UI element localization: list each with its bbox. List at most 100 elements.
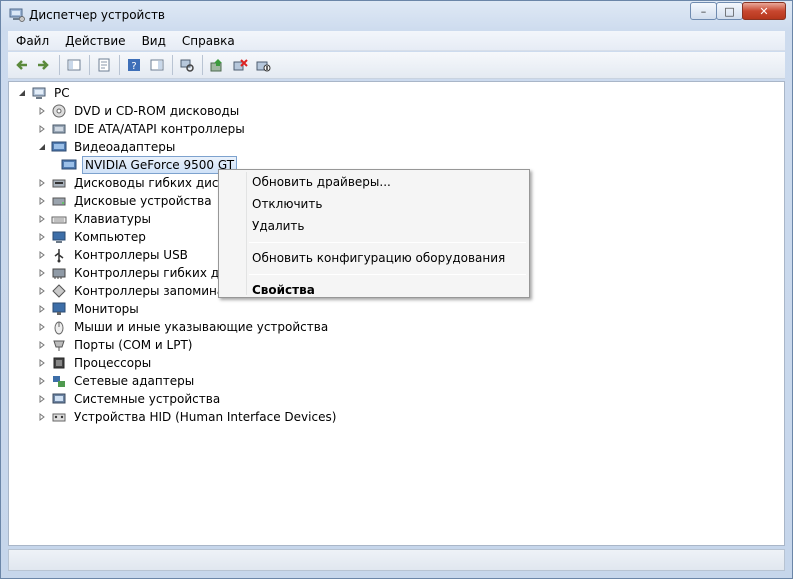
- tree-item-label: Процессоры: [74, 356, 152, 370]
- disable-icon: [256, 61, 271, 72]
- expand-arrow-icon[interactable]: [37, 358, 47, 368]
- tree-category[interactable]: Мыши и иные указывающие устройства: [37, 318, 330, 336]
- tree-category[interactable]: Дисковые устройства: [37, 192, 214, 210]
- uninstall-item[interactable]: Удалить: [252, 216, 305, 236]
- forward-button[interactable]: [34, 55, 54, 75]
- status-bar: [8, 549, 785, 571]
- port-icon: [51, 337, 67, 353]
- scan-changes-item[interactable]: Обновить конфигурацию оборудования: [252, 248, 505, 268]
- expand-arrow-icon[interactable]: [37, 124, 47, 134]
- properties-button[interactable]: [94, 55, 114, 75]
- collapse-arrow-icon[interactable]: [17, 88, 27, 98]
- tree-item-label: Сетевые адаптеры: [74, 374, 195, 388]
- keyboard-icon: [51, 211, 67, 227]
- tree-category[interactable]: Устройства HID (Human Interface Devices): [37, 408, 338, 426]
- expand-arrow-icon[interactable]: [37, 196, 47, 206]
- properties-item[interactable]: Свойства: [252, 280, 315, 300]
- tree-item-label: Мыши и иные указывающие устройства: [74, 320, 329, 334]
- disable-button[interactable]: [253, 55, 273, 75]
- expand-arrow-icon[interactable]: [37, 412, 47, 422]
- gpu-icon: [61, 157, 77, 173]
- show-hide-tree-icon: [67, 59, 81, 71]
- close-button[interactable]: ✕: [742, 2, 786, 20]
- expand-arrow-icon[interactable]: [37, 268, 47, 278]
- tree-root[interactable]: PC: [17, 84, 72, 102]
- device-item[interactable]: NVIDIA GeForce 9500 GT: [61, 156, 238, 174]
- device-manager-window: Диспетчер устройств – □ ✕ Файл Действие …: [0, 0, 793, 579]
- uninstall-icon: [233, 59, 248, 71]
- tree-item-label: Системные устройства: [74, 392, 221, 406]
- tree-category[interactable]: DVD и CD-ROM дисководы: [37, 102, 241, 120]
- expand-arrow-icon[interactable]: [37, 232, 47, 242]
- tree-category[interactable]: Видеоадаптеры: [37, 138, 177, 156]
- cpu-icon: [51, 355, 67, 371]
- tree-category[interactable]: Дисководы гибких дисков: [37, 174, 242, 192]
- mouse-icon: [51, 319, 67, 335]
- tree-category[interactable]: Мониторы: [37, 300, 141, 318]
- usb-icon: [51, 247, 67, 263]
- expand-arrow-icon[interactable]: [37, 214, 47, 224]
- forward-icon: [38, 60, 49, 70]
- toolbar: ?: [8, 52, 785, 79]
- menu-view[interactable]: Вид: [134, 31, 174, 51]
- expand-arrow-icon[interactable]: [37, 178, 47, 188]
- toolbar-separator: [202, 55, 203, 75]
- expand-arrow-icon[interactable]: [37, 322, 47, 332]
- dvd-icon: [51, 103, 67, 119]
- disable-item[interactable]: Отключить: [252, 194, 322, 214]
- tree-category[interactable]: Контроллеры запоминаю: [37, 282, 236, 300]
- show-hide-tree-button[interactable]: [64, 55, 84, 75]
- title-bar[interactable]: Диспетчер устройств – □ ✕: [1, 1, 792, 31]
- minimize-icon: –: [700, 4, 707, 18]
- tree-category[interactable]: Процессоры: [37, 354, 153, 372]
- toolbar-separator: [119, 55, 120, 75]
- expand-arrow-icon[interactable]: [37, 250, 47, 260]
- computer-icon: [31, 85, 47, 101]
- system-icon: [51, 391, 67, 407]
- menu-file[interactable]: Файл: [8, 31, 57, 51]
- action-pane-icon: [150, 59, 164, 71]
- expand-arrow-icon[interactable]: [37, 394, 47, 404]
- tree-category[interactable]: Клавиатуры: [37, 210, 153, 228]
- tree-category[interactable]: Сетевые адаптеры: [37, 372, 196, 390]
- tree-item-label: Видеоадаптеры: [74, 140, 176, 154]
- maximize-button[interactable]: □: [716, 2, 743, 20]
- properties-icon: [98, 58, 110, 72]
- expand-arrow-icon[interactable]: [37, 340, 47, 350]
- tree-category[interactable]: Компьютер: [37, 228, 148, 246]
- scan-hardware-icon: [180, 59, 194, 72]
- update-drivers-item[interactable]: Обновить драйверы...: [252, 172, 391, 192]
- tree-item-label: IDE ATA/ATAPI контроллеры: [74, 122, 245, 136]
- tree-item-label: Компьютер: [74, 230, 146, 244]
- uninstall-button[interactable]: [230, 55, 250, 75]
- menu-action[interactable]: Действие: [57, 31, 133, 51]
- tree-item-label: DVD и CD-ROM дисководы: [74, 104, 240, 118]
- tree-category[interactable]: Системные устройства: [37, 390, 222, 408]
- tree-item-label: Дисководы гибких дисков: [74, 176, 241, 190]
- expand-arrow-icon[interactable]: [37, 304, 47, 314]
- back-button[interactable]: [11, 55, 31, 75]
- ide-icon: [51, 121, 67, 137]
- expand-arrow-icon[interactable]: [37, 286, 47, 296]
- device-tree[interactable]: PC DVD и CD-ROM дисководы IDE ATA/ATAPI к…: [8, 81, 785, 546]
- scan-hardware-button[interactable]: [177, 55, 197, 75]
- expand-arrow-icon[interactable]: [37, 106, 47, 116]
- collapse-arrow-icon[interactable]: [37, 142, 47, 152]
- expand-arrow-icon[interactable]: [37, 376, 47, 386]
- display-adapter-icon: [51, 139, 67, 155]
- action-pane-button[interactable]: [147, 55, 167, 75]
- toolbar-separator: [89, 55, 90, 75]
- tree-item-label: Порты (COM и LPT): [74, 338, 193, 352]
- menu-separator: [249, 242, 526, 243]
- hid-icon: [51, 409, 67, 425]
- tree-category[interactable]: Порты (COM и LPT): [37, 336, 194, 354]
- tree-category[interactable]: IDE ATA/ATAPI контроллеры: [37, 120, 247, 138]
- tree-category[interactable]: Контроллеры USB: [37, 246, 190, 264]
- tree-item-label: Устройства HID (Human Interface Devices): [74, 410, 337, 424]
- tree-category[interactable]: Контроллеры гибких диск: [37, 264, 243, 282]
- update-driver-button[interactable]: [207, 55, 227, 75]
- help-icon: ?: [128, 59, 140, 72]
- help-button[interactable]: ?: [124, 55, 144, 75]
- minimize-button[interactable]: –: [690, 2, 717, 20]
- menu-help[interactable]: Справка: [174, 31, 243, 51]
